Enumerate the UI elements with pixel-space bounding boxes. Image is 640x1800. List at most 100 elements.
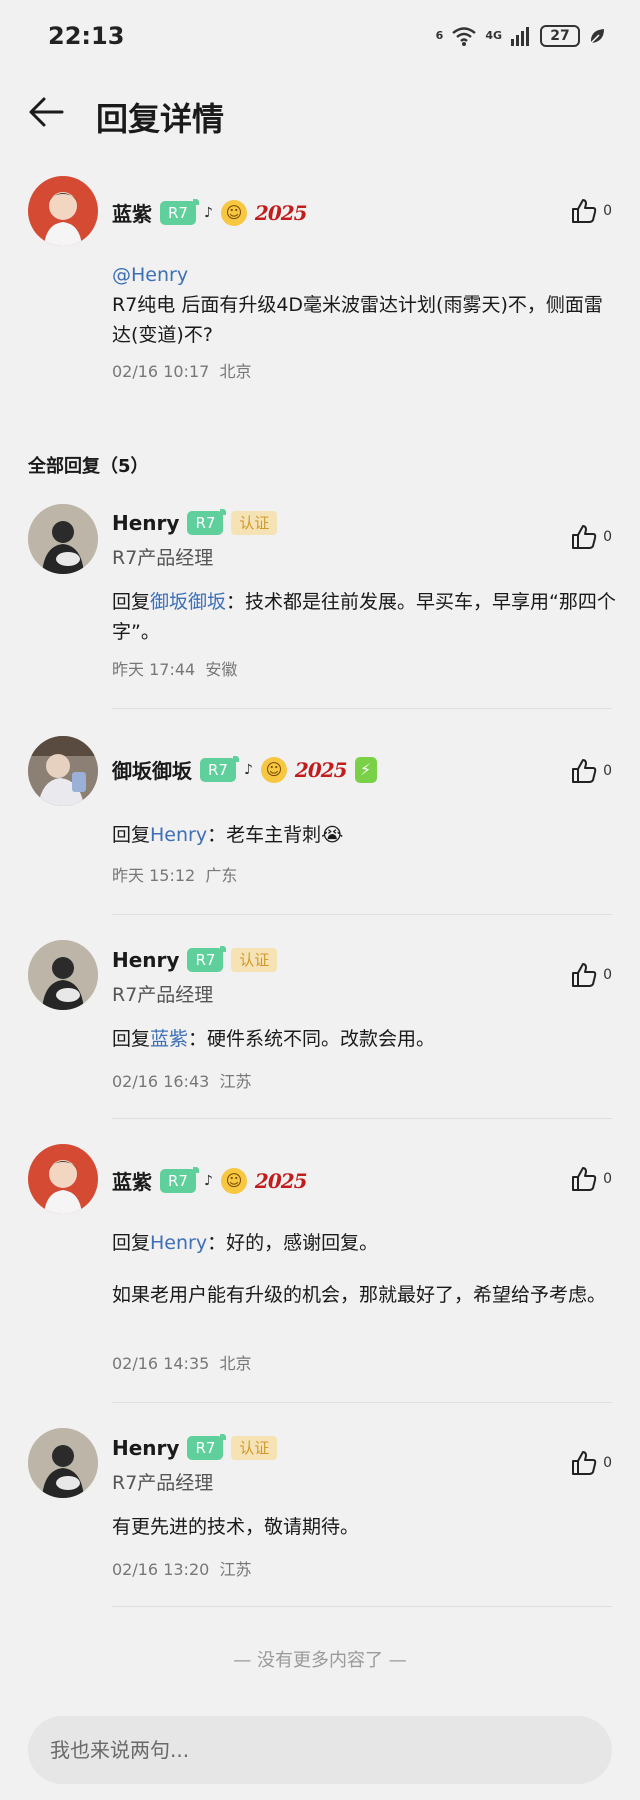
year-decoration: 2025 [294,757,348,782]
certified-badge: 认证 [231,511,278,535]
like-button[interactable]: 0 [571,1450,612,1476]
music-note-icon: ♪ [243,761,253,778]
signal-icon [511,27,529,46]
music-note-icon: ♪ [203,204,213,221]
reply-meta: 昨天 15:12 广东 [112,862,237,886]
reply-to-link[interactable]: Henry [150,824,207,846]
reply-meta: 02/16 14:35 北京 [112,1350,252,1374]
status-icons: 6 4G 27 [436,22,606,50]
like-count: 0 [603,763,612,779]
reply-header: 御坂御坂 R7 ♪ ☺ 2025 ⚡ [112,755,377,784]
divider [112,914,612,915]
like-count: 0 [603,1455,612,1471]
user-title: R7产品经理 [112,547,214,569]
reply-meta: 02/16 13:20 江苏 [112,1556,252,1580]
like-count: 0 [603,203,612,219]
username[interactable]: 御坂御坂 [112,755,192,784]
bolt-icon: ⚡ [354,756,377,783]
like-button[interactable]: 0 [571,524,612,550]
reply-text: 回复Henry：老车主背刺😭 [112,820,618,850]
level-badge: R7 [187,509,227,535]
reply-body: ：硬件系统不同。改款会用。 [188,1028,436,1050]
level-badge: R7 [160,198,199,225]
reply-header: Henry R7 认证 [112,1434,278,1460]
divider [112,1118,612,1119]
avatar[interactable] [28,940,98,1010]
smiley-icon: ☺ [260,756,287,783]
leaf-icon [590,29,604,44]
mention-link[interactable]: @Henry [112,260,188,290]
level-badge: R7 [160,1166,199,1193]
avatar-photo [28,940,98,1010]
year-decoration: 2025 [254,200,308,225]
location: 江苏 [219,1072,252,1091]
reply-text: 回复蓝紫：硬件系统不同。改款会用。 [112,1024,618,1054]
level-badge: R7 [200,755,239,782]
status-time: 22:13 [48,22,125,50]
no-more-content: — 没有更多内容了 — [233,1650,407,1671]
level-badge: R7 [187,946,227,972]
reply-prefix: 回复 [112,824,151,846]
reply-prefix: 回复 [112,1028,151,1050]
location: 安徽 [205,660,238,679]
avatar-illustration [44,1160,82,1214]
divider [112,1606,612,1607]
avatar[interactable] [28,504,98,574]
year-decoration: 2025 [254,1168,308,1193]
username[interactable]: Henry [112,1436,179,1460]
avatar[interactable] [28,176,98,246]
timestamp: 昨天 17:44 [112,660,196,679]
like-count: 0 [603,1171,612,1187]
avatar-photo [28,736,98,806]
smiley-icon: ☺ [220,1167,247,1194]
thumbs-up-icon [572,759,597,783]
back-button[interactable] [26,92,66,132]
location: 北京 [219,1354,252,1373]
level-badge: R7 [187,1434,227,1460]
main-comment-header: 蓝紫 R7 ♪ ☺ 2025 [112,198,308,227]
certified-badge: 认证 [231,948,278,972]
wifi-label: 6 [435,29,444,42]
reply-prefix: 回复 [112,591,151,613]
reply-text: 回复御坂御坂：技术都是往前发展。早买车，早享用“那四个字”。 [112,587,618,647]
certified-badge: 认证 [231,1436,278,1460]
reply-to-link[interactable]: Henry [150,1232,207,1254]
page-title: 回复详情 [96,100,225,138]
timestamp: 02/16 13:20 [112,1560,210,1579]
timestamp: 02/16 14:35 [112,1354,210,1373]
comment-input[interactable]: 我也来说两句... [28,1716,612,1784]
username[interactable]: Henry [112,948,179,972]
reply-to-link[interactable]: 蓝紫 [150,1028,188,1050]
thumbs-up-icon [572,963,597,987]
comment-meta: 02/16 10:17 北京 [112,358,252,382]
like-button[interactable]: 0 [571,198,612,224]
avatar-illustration [44,192,82,246]
avatar-photo [28,504,98,574]
username[interactable]: Henry [112,511,179,535]
avatar[interactable] [28,1428,98,1498]
timestamp: 昨天 15:12 [112,866,196,885]
reply-meta: 02/16 16:43 江苏 [112,1068,252,1092]
avatar[interactable] [28,736,98,806]
like-button[interactable]: 0 [571,962,612,988]
reply-body: ：好的，感谢回复。 [207,1232,379,1254]
like-button[interactable]: 0 [571,1166,612,1192]
network-label: 4G [485,29,502,42]
like-count: 0 [603,967,612,983]
comment-text: R7纯电 后面有升级4D毫米波雷达计划(雨雾天)不，侧面雷达(变道)不? [112,294,603,346]
reply-meta: 昨天 17:44 安徽 [112,656,237,680]
username[interactable]: 蓝紫 [112,198,152,227]
location: 广东 [205,866,238,885]
reply-text-continued: 如果老用户能有升级的机会，那就最好了，希望给予考虑。 [112,1284,607,1306]
divider [112,708,612,709]
smiley-icon: ☺ [220,199,247,226]
reply-to-link[interactable]: 御坂御坂 [150,591,226,613]
like-button[interactable]: 0 [571,758,612,784]
reply-text: 有更先进的技术，敬请期待。 [112,1516,360,1538]
reply-header: 蓝紫 R7 ♪ ☺ 2025 [112,1166,308,1195]
avatar[interactable] [28,1144,98,1214]
music-note-icon: ♪ [203,1172,213,1189]
username[interactable]: 蓝紫 [112,1166,152,1195]
wifi-icon [452,27,477,46]
reply-header: Henry R7 认证 [112,946,278,972]
